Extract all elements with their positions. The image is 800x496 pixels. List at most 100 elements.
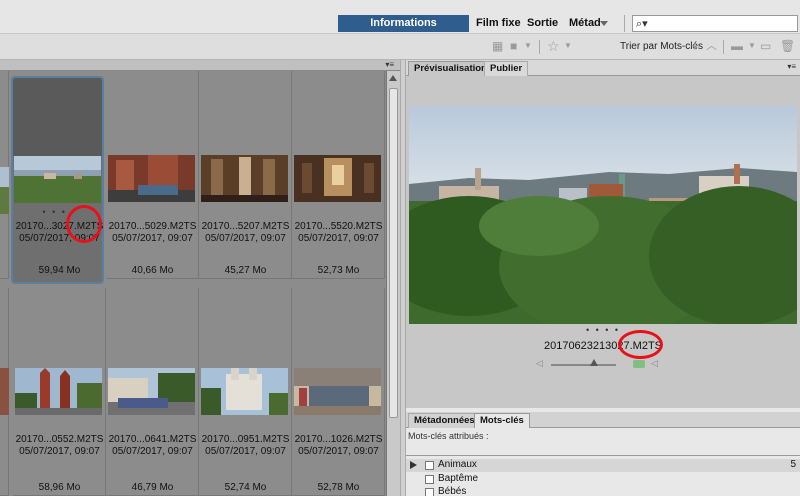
divider xyxy=(624,15,625,32)
folder-icon[interactable]: ▬ xyxy=(731,39,743,53)
keyword-row[interactable]: Animaux 5 xyxy=(406,459,800,472)
thumbnail-cell-partial[interactable] xyxy=(0,288,9,496)
divider xyxy=(723,40,724,54)
chevron-down-icon[interactable]: ▼ xyxy=(748,39,756,53)
keyword-label: Animaux xyxy=(438,459,477,470)
panel-menu-icon[interactable]: ▾≡ xyxy=(787,62,796,71)
preview-image[interactable] xyxy=(409,106,797,324)
thumbnail-filename: 20170...5207.M2TS xyxy=(201,221,290,232)
keyword-row[interactable]: Baptême xyxy=(406,473,800,486)
search-input[interactable]: ⌕▾ xyxy=(632,15,798,32)
tab-publish[interactable]: Publier xyxy=(484,61,529,76)
thumbnail-placeholder xyxy=(13,78,102,156)
workspace-bar: Informations essentielles Film fixe Sort… xyxy=(0,0,800,46)
thumbnail-date: 05/07/2017, 09:07 xyxy=(205,233,286,244)
keyword-label: Baptême xyxy=(438,473,479,484)
play-icon[interactable] xyxy=(633,360,645,368)
preview-filename: 20170623213027.M2TS xyxy=(543,340,663,352)
search-icon[interactable]: ⌕▾ xyxy=(636,17,652,30)
thumbnail-cell[interactable]: 20170...0641.M2TS 05/07/2017, 09:07 46,7… xyxy=(106,288,199,496)
thumbnail-size: 52,74 Mo xyxy=(224,482,267,493)
content-panel-header: ▾≡ xyxy=(0,60,400,71)
thumbnail-filename: 20170...0951.M2TS xyxy=(201,434,290,445)
trash-icon[interactable]: 🗑 xyxy=(780,39,795,53)
chevron-down-icon[interactable]: ▼ xyxy=(691,41,699,55)
thumbnail-image xyxy=(15,368,102,415)
thumbnail-size: 52,73 Mo xyxy=(317,265,360,276)
thumbnail-image xyxy=(201,368,288,415)
playback-slider-knob[interactable] xyxy=(590,359,598,366)
thumbnail-image xyxy=(294,155,381,202)
thumbnail-image xyxy=(294,368,381,415)
keyword-checkbox[interactable] xyxy=(425,488,434,496)
thumbnail-filename: 20170...1026.M2TS xyxy=(294,434,383,445)
sort-ascending-icon[interactable]: ︿ xyxy=(706,39,717,53)
video-player-controls: ◁ ◁ xyxy=(536,358,666,370)
keyword-row[interactable]: Bébés xyxy=(406,486,800,496)
workspace-output-button[interactable]: Sortie xyxy=(522,15,563,32)
divider xyxy=(539,40,540,54)
thumbnail-date: 05/07/2017, 09:07 xyxy=(298,446,379,457)
volume-low-icon[interactable]: ◁ xyxy=(536,358,543,369)
thumbnail-size: 40,66 Mo xyxy=(131,265,174,276)
thumbnail-cell[interactable]: 20170...0951.M2TS 05/07/2017, 09:07 52,7… xyxy=(199,288,292,496)
chevron-down-icon[interactable]: ▼ xyxy=(524,39,532,53)
thumbnail-image xyxy=(108,155,195,202)
keywords-tabs: Métadonnées Mots-clés xyxy=(406,412,800,428)
preview-panel: Prévisualisation Publier ▾≡ • • • • 2017… xyxy=(406,60,800,408)
tab-preview[interactable]: Prévisualisation xyxy=(408,61,493,76)
expand-triangle-icon[interactable] xyxy=(410,461,417,469)
thumbnail-cell[interactable]: • • • • 20170...3027.M2TS 05/07/2017, 09… xyxy=(11,76,104,284)
red-annotation-circle xyxy=(618,330,663,359)
thumbnail-image xyxy=(201,155,288,202)
thumbnail-cell[interactable]: 20170...5207.M2TS 05/07/2017, 09:07 45,2… xyxy=(199,71,292,279)
content-panel: ▾≡ • • • • 20170...3027.M2TS 05/07/2017,… xyxy=(0,60,400,496)
chevron-down-icon[interactable]: ▼ xyxy=(564,39,572,53)
thumbnail-date: 05/07/2017, 09:07 xyxy=(112,446,193,457)
divider xyxy=(406,455,800,456)
thumbnail-cell[interactable]: 20170...1026.M2TS 05/07/2017, 09:07 52,7… xyxy=(292,288,385,496)
thumbnail-image xyxy=(14,156,101,203)
thumbnail-size: 59,94 Mo xyxy=(38,265,81,276)
keyword-checkbox[interactable] xyxy=(425,461,434,470)
thumbnail-filename: 20170...5520.M2TS xyxy=(294,221,383,232)
keyword-label: Bébés xyxy=(438,486,467,496)
new-folder-icon[interactable]: ▭ xyxy=(760,39,771,53)
workspace-film-button[interactable]: Film fixe xyxy=(471,15,526,32)
thumbnail-image xyxy=(0,368,9,415)
workspace-essentials-button[interactable]: Informations essentielles xyxy=(338,15,469,46)
view-mode-icon[interactable]: ■ xyxy=(510,39,517,53)
thumbnail-cell[interactable]: 20170...5520.M2TS 05/07/2017, 09:07 52,7… xyxy=(292,71,385,279)
keywords-panel: Métadonnées Mots-clés Mots-clés attribué… xyxy=(406,408,800,496)
thumbnail-cell-partial[interactable] xyxy=(0,71,9,279)
star-filter-icon[interactable]: ☆ xyxy=(547,39,560,53)
thumbnail-filename: 20170...0552.M2TS xyxy=(15,434,104,445)
thumbnail-filename: 20170...5029.M2TS xyxy=(108,221,197,232)
scrollbar-thumb[interactable] xyxy=(389,88,398,418)
tab-metadata[interactable]: Métadonnées xyxy=(408,413,481,428)
volume-icon[interactable]: ◁ xyxy=(651,358,658,369)
thumbnail-date: 05/07/2017, 09:07 xyxy=(19,446,100,457)
thumbnail-size: 58,96 Mo xyxy=(38,482,81,493)
workspace-dropdown-icon[interactable] xyxy=(600,21,608,26)
panel-menu-icon[interactable]: ▾≡ xyxy=(385,60,394,69)
thumbnail-date: 05/07/2017, 09:07 xyxy=(112,233,193,244)
keyword-count: 5 xyxy=(790,459,796,470)
scroll-up-icon[interactable] xyxy=(389,75,397,81)
thumbnail-image xyxy=(108,368,195,415)
thumbnail-filename: 20170...0641.M2TS xyxy=(108,434,197,445)
thumbnail-size: 45,27 Mo xyxy=(224,265,267,276)
content-scrollbar[interactable] xyxy=(386,71,400,496)
tab-keywords[interactable]: Mots-clés xyxy=(474,413,530,428)
thumbnail-cell[interactable]: 20170...5029.M2TS 05/07/2017, 09:07 40,6… xyxy=(106,71,199,279)
grid-view-icon[interactable]: ▦ xyxy=(492,39,503,53)
keyword-checkbox[interactable] xyxy=(425,475,434,484)
red-annotation-circle xyxy=(66,205,102,243)
thumbnail-size: 52,78 Mo xyxy=(317,482,360,493)
toolbar: ▦ ■ ▼ ☆ ▼ Trier par Mots-clés ▼ ︿ ▬ ▼ ▭ … xyxy=(0,34,800,60)
playback-slider[interactable] xyxy=(551,364,616,366)
preview-tabs: Prévisualisation Publier ▾≡ xyxy=(406,60,800,76)
thumbnail-cell[interactable]: 20170...0552.M2TS 05/07/2017, 09:07 58,9… xyxy=(13,288,106,496)
thumbnail-date: 05/07/2017, 09:07 xyxy=(298,233,379,244)
rating-dots[interactable]: • • • • xyxy=(406,325,800,335)
